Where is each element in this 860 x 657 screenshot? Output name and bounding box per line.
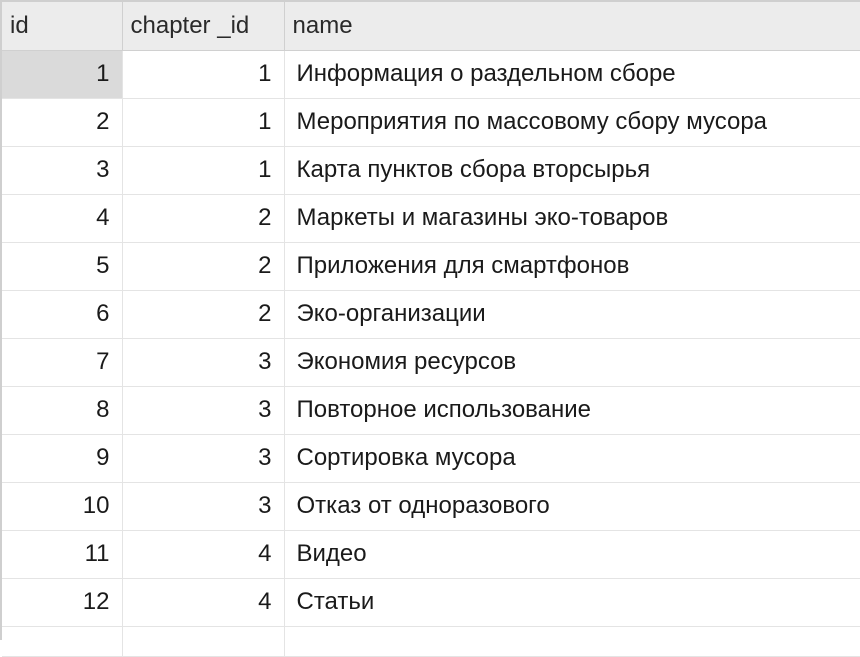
cell-id[interactable]: 5: [2, 242, 123, 291]
cell-chapter-id[interactable]: 1: [122, 50, 285, 99]
cell-id[interactable]: 8: [2, 386, 123, 435]
cell-id[interactable]: 2: [2, 98, 123, 147]
cell-chapter-id[interactable]: 2: [122, 194, 285, 243]
empty-cell: [284, 626, 860, 657]
column-header-name[interactable]: name: [284, 2, 860, 51]
cell-chapter-id[interactable]: 3: [122, 386, 285, 435]
table-row[interactable]: 11 4 Видео: [2, 530, 860, 579]
cell-id[interactable]: 10: [2, 482, 123, 531]
cell-name[interactable]: Эко-организации: [284, 290, 860, 339]
cell-id[interactable]: 1: [2, 50, 123, 99]
cell-chapter-id[interactable]: 2: [122, 290, 285, 339]
table-row[interactable]: 4 2 Маркеты и магазины эко-товаров: [2, 194, 860, 243]
table-body: 1 1 Информация о раздельном сборе 2 1 Меропри…: [2, 50, 860, 657]
cell-id[interactable]: 11: [2, 530, 123, 579]
result-grid-panel: id chapter _id name 1 1 Информация о разде…: [0, 0, 860, 657]
cell-chapter-id[interactable]: 3: [122, 482, 285, 531]
result-table: id chapter _id name 1 1 Информация о разде…: [2, 2, 860, 657]
cell-name[interactable]: Информация о раздельном сборе: [284, 50, 860, 99]
table-row[interactable]: 12 4 Статьи: [2, 578, 860, 627]
empty-row: [2, 626, 860, 657]
cell-name[interactable]: Сортировка мусора: [284, 434, 860, 483]
cell-id[interactable]: 7: [2, 338, 123, 387]
cell-id[interactable]: 4: [2, 194, 123, 243]
cell-name[interactable]: Отказ от одноразового: [284, 482, 860, 531]
column-header-chapter-id[interactable]: chapter _id: [122, 2, 285, 51]
cell-chapter-id[interactable]: 3: [122, 338, 285, 387]
cell-id[interactable]: 9: [2, 434, 123, 483]
header-row: id chapter _id name: [2, 2, 860, 51]
column-header-id[interactable]: id: [2, 2, 123, 51]
table-row[interactable]: 1 1 Информация о раздельном сборе: [2, 50, 860, 99]
cell-id[interactable]: 12: [2, 578, 123, 627]
cell-chapter-id[interactable]: 1: [122, 98, 285, 147]
cell-name[interactable]: Статьи: [284, 578, 860, 627]
empty-cell: [122, 626, 285, 657]
table-row[interactable]: 8 3 Повторное использование: [2, 386, 860, 435]
table-row[interactable]: 9 3 Сортировка мусора: [2, 434, 860, 483]
cell-name[interactable]: Экономия ресурсов: [284, 338, 860, 387]
table-row[interactable]: 10 3 Отказ от одноразового: [2, 482, 860, 531]
cell-id[interactable]: 3: [2, 146, 123, 195]
cell-chapter-id[interactable]: 4: [122, 530, 285, 579]
cell-chapter-id[interactable]: 4: [122, 578, 285, 627]
table-row[interactable]: 5 2 Приложения для смартфонов: [2, 242, 860, 291]
table-row[interactable]: 2 1 Мероприятия по массовому сбору мусора: [2, 98, 860, 147]
cell-chapter-id[interactable]: 2: [122, 242, 285, 291]
cell-chapter-id[interactable]: 3: [122, 434, 285, 483]
cell-name[interactable]: Карта пунктов сбора вторсырья: [284, 146, 860, 195]
cell-name[interactable]: Маркеты и магазины эко-товаров: [284, 194, 860, 243]
cell-id[interactable]: 6: [2, 290, 123, 339]
cell-name[interactable]: Повторное использование: [284, 386, 860, 435]
cell-name[interactable]: Видео: [284, 530, 860, 579]
table-row[interactable]: 6 2 Эко-организации: [2, 290, 860, 339]
table-row[interactable]: 3 1 Карта пунктов сбора вторсырья: [2, 146, 860, 195]
table-row[interactable]: 7 3 Экономия ресурсов: [2, 338, 860, 387]
empty-cell: [2, 626, 123, 657]
cell-chapter-id[interactable]: 1: [122, 146, 285, 195]
cell-name[interactable]: Мероприятия по массовому сбору мусора: [284, 98, 860, 147]
cell-name[interactable]: Приложения для смартфонов: [284, 242, 860, 291]
